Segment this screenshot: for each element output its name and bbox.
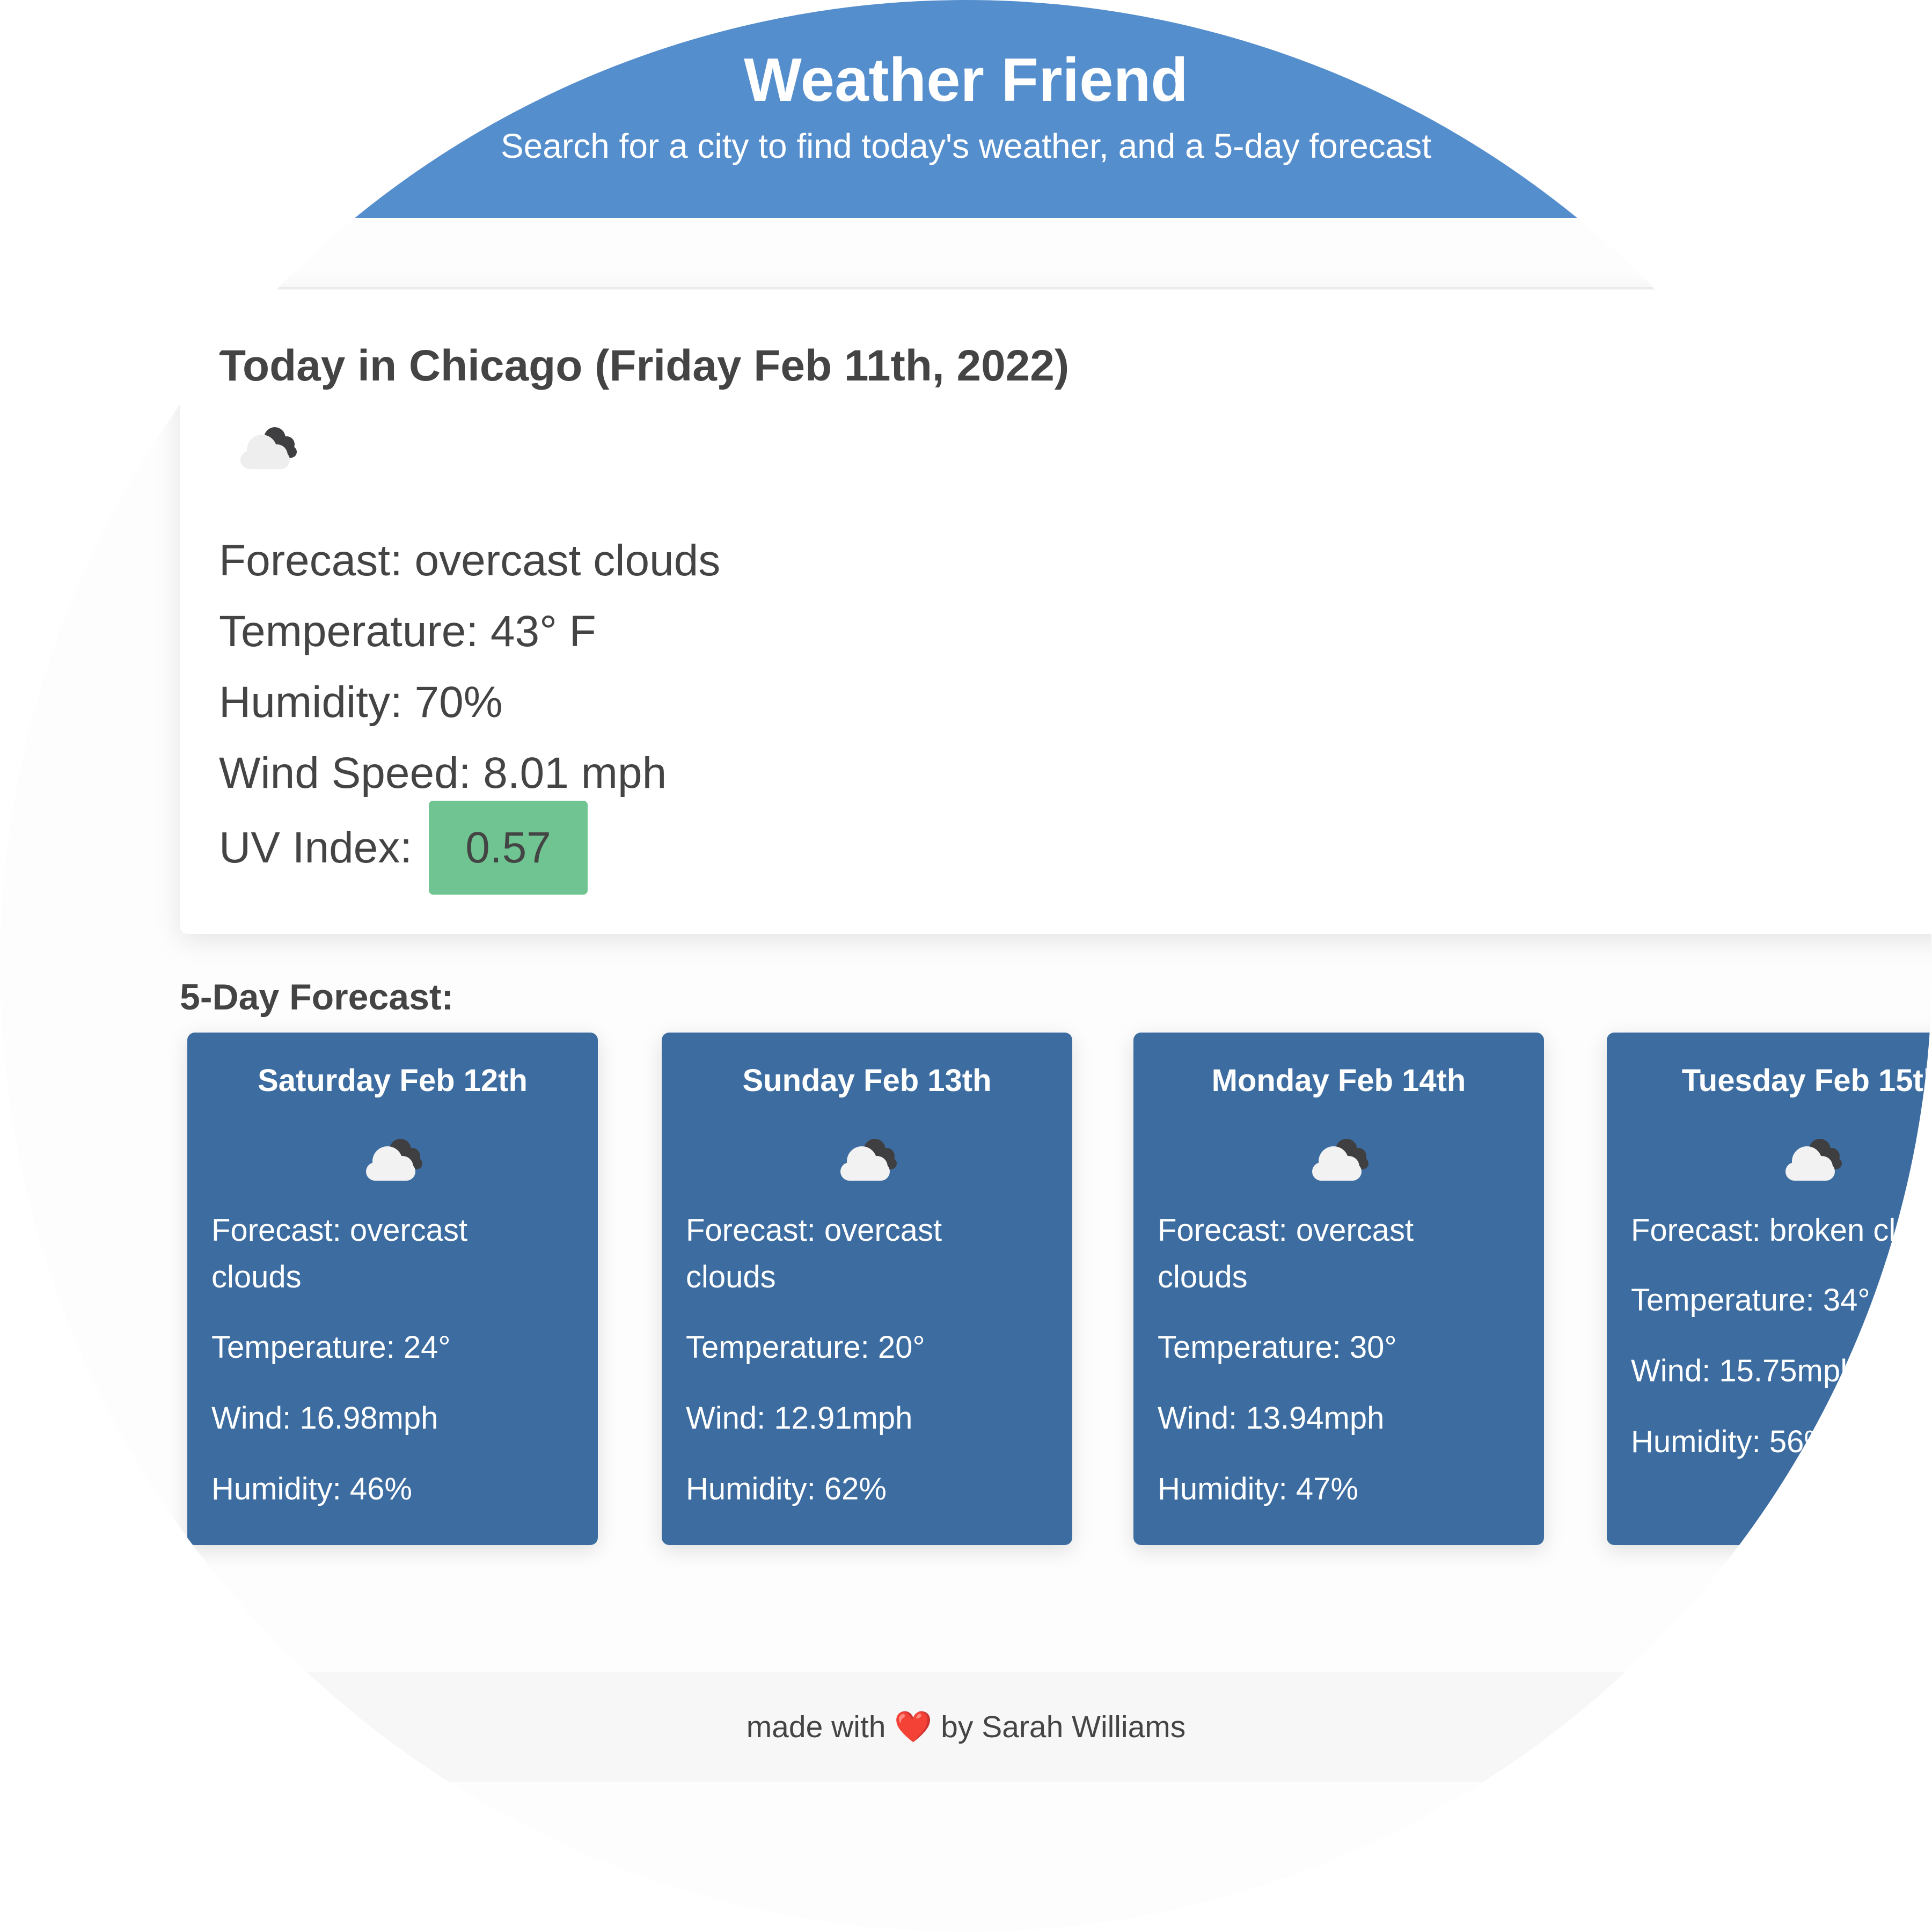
forecast-humidity: Humidity: 46% bbox=[211, 1472, 412, 1506]
forecast-heading: 5-Day Forecast: bbox=[180, 977, 454, 1018]
forecast-description: Forecast: overcast clouds bbox=[1158, 1213, 1414, 1294]
today-wind: Wind Speed: 8.01 mph bbox=[219, 749, 667, 797]
forecast-day-title: Saturday Feb 12th bbox=[258, 1063, 528, 1098]
footer-author: by Sarah Williams bbox=[941, 1710, 1186, 1744]
forecast-humidity: Humidity: 62% bbox=[686, 1472, 887, 1506]
uv-index-badge: 0.57 bbox=[429, 801, 588, 895]
divider bbox=[279, 287, 1653, 289]
forecast-card: Tuesday Feb 15th Forecast: broken clouds T… bbox=[1607, 1033, 1932, 1545]
footer: made with ❤️ by Sarah Williams bbox=[0, 1672, 1932, 1782]
today-heading: Today in Chicago (Friday Feb 11th, 2022) bbox=[219, 341, 1070, 390]
today-card: Today in Chicago (Friday Feb 11th, 2022)… bbox=[180, 290, 1932, 934]
forecast-wind: Wind: 13.94mph bbox=[1158, 1401, 1385, 1436]
forecast-humidity: Humidity: 56% bbox=[1631, 1424, 1832, 1459]
forecast-temperature: Temperature: 34° bbox=[1631, 1283, 1870, 1318]
forecast-temperature: Temperature: 30° bbox=[1158, 1330, 1397, 1365]
overcast-cloud-icon bbox=[366, 1139, 422, 1181]
forecast-day-title: Monday Feb 14th bbox=[1211, 1063, 1466, 1098]
forecast-description: Forecast: broken clouds bbox=[1631, 1213, 1932, 1248]
forecast-day-title: Sunday Feb 13th bbox=[742, 1063, 992, 1098]
overcast-cloud-icon bbox=[240, 427, 297, 469]
footer-prefix: made with bbox=[746, 1710, 886, 1744]
forecast-temperature: Temperature: 24° bbox=[211, 1330, 451, 1365]
forecast-wind: Wind: 12.91mph bbox=[686, 1401, 913, 1436]
heart-icon: ❤️ bbox=[894, 1710, 933, 1744]
app-subtitle: Search for a city to find today's weathe… bbox=[500, 127, 1432, 165]
forecast-description: Forecast: overcast clouds bbox=[211, 1213, 468, 1294]
app-title: Weather Friend bbox=[744, 46, 1188, 114]
forecast-card: Sunday Feb 13th Forecast: overcast clouds… bbox=[662, 1033, 1072, 1545]
header: Weather Friend Search for a city to find… bbox=[0, 0, 1932, 218]
today-humidity: Humidity: 70% bbox=[219, 678, 503, 727]
page-viewport: Weather Friend Search for a city to find… bbox=[0, 0, 1932, 1932]
forecast-temperature: Temperature: 20° bbox=[686, 1330, 925, 1365]
forecast-card: Saturday Feb 12th Forecast: overcast clou… bbox=[187, 1033, 598, 1545]
forecast-day-title: Tuesday Feb 15th bbox=[1681, 1063, 1932, 1098]
forecast-wind: Wind: 16.98mph bbox=[211, 1401, 438, 1436]
forecast-description: Forecast: overcast clouds bbox=[686, 1213, 942, 1294]
overcast-cloud-icon bbox=[840, 1139, 897, 1181]
today-forecast: Forecast: overcast clouds bbox=[219, 536, 721, 585]
uv-label: UV Index: bbox=[219, 823, 413, 872]
overcast-cloud-icon bbox=[1785, 1139, 1842, 1181]
overcast-cloud-icon bbox=[1312, 1139, 1368, 1181]
forecast-card: Monday Feb 14th Forecast: overcast clouds… bbox=[1133, 1033, 1544, 1545]
today-temperature: Temperature: 43° F bbox=[219, 607, 596, 656]
forecast-wind: Wind: 15.75mph bbox=[1631, 1353, 1858, 1388]
forecast-humidity: Humidity: 47% bbox=[1158, 1472, 1358, 1506]
